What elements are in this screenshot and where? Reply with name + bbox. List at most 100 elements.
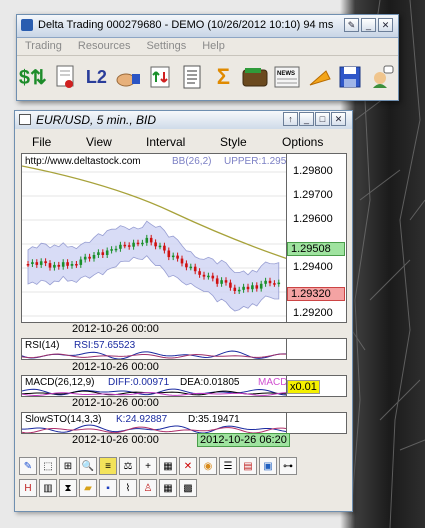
pin-icon[interactable]: ✎ bbox=[344, 18, 359, 32]
rsi-line-svg bbox=[22, 350, 286, 359]
candle-body bbox=[259, 283, 263, 289]
crosshair-box-icon[interactable]: ⊞ bbox=[59, 457, 77, 475]
grid-lines-icon[interactable]: ▦ bbox=[159, 457, 177, 475]
candle-body bbox=[193, 266, 197, 272]
candle-body bbox=[185, 263, 188, 268]
news-label: NEWS bbox=[277, 71, 295, 77]
candle-body bbox=[264, 280, 267, 284]
palette-icon[interactable]: ◉ bbox=[199, 457, 217, 475]
candle-body bbox=[57, 264, 61, 267]
candle-body bbox=[79, 259, 83, 265]
chart-title-bar[interactable]: EUR/USD, 5 min., BID ↑ _ □ ✕ bbox=[15, 111, 352, 129]
calculator-icon[interactable]: ▩ bbox=[179, 479, 197, 497]
slowsto-plot[interactable]: SlowSTO(14,3,3) K:24.92887 D:35.19471 bbox=[21, 412, 287, 434]
candle-body bbox=[180, 258, 184, 264]
candle-body bbox=[53, 264, 56, 268]
candle-body bbox=[127, 245, 131, 247]
indicator-icon[interactable]: H bbox=[19, 479, 37, 497]
candle-body bbox=[273, 283, 276, 285]
people-icon[interactable]: ♙ bbox=[139, 479, 157, 497]
document-icon[interactable] bbox=[177, 62, 207, 92]
chart-close-button[interactable]: ✕ bbox=[331, 112, 346, 126]
chart-menu-file[interactable]: File bbox=[32, 135, 51, 149]
macd-plot[interactable]: MACD(26,12,9) DIFF:0.00971 DEA:0.01805 M… bbox=[21, 375, 287, 397]
rsi-plot[interactable]: RSI(14) RSI:57.65523 bbox=[21, 338, 287, 360]
sigma-icon[interactable]: Σ bbox=[209, 62, 239, 92]
chart-menu-options[interactable]: Options bbox=[282, 135, 323, 149]
cursor-box-icon[interactable]: ⬚ bbox=[39, 457, 57, 475]
color-bars-icon[interactable]: ▤ bbox=[239, 457, 257, 475]
main-menu-bar: Trading Resources Settings Help bbox=[17, 38, 398, 55]
candle-body bbox=[251, 285, 254, 290]
save-icon[interactable] bbox=[336, 62, 366, 92]
save-icon[interactable]: ▪ bbox=[99, 479, 117, 497]
chart-picture-icon[interactable]: ▣ bbox=[259, 457, 277, 475]
candle-body bbox=[154, 242, 157, 247]
delete-line-icon[interactable]: ✕ bbox=[179, 457, 197, 475]
candle-body bbox=[83, 256, 87, 260]
bb-upper-label: UPPER:1.295: bbox=[224, 156, 287, 167]
candle-body bbox=[114, 248, 118, 251]
main-toolbar: $⇅ L2 Σ NEWS bbox=[18, 56, 397, 98]
tick-label: 1.29200 bbox=[293, 307, 333, 319]
pencil-icon[interactable]: ✎ bbox=[19, 457, 37, 475]
main-title-bar[interactable]: Delta Trading 000279680 - DEMO (10/26/20… bbox=[17, 15, 398, 38]
chart-maximize-button[interactable]: □ bbox=[315, 112, 330, 126]
chart-menu-interval[interactable]: Interval bbox=[146, 135, 185, 149]
candle-body bbox=[207, 275, 210, 278]
report-icon[interactable] bbox=[50, 62, 80, 92]
menu-settings[interactable]: Settings bbox=[138, 38, 194, 55]
wallet-icon[interactable] bbox=[240, 62, 270, 92]
table-icon[interactable]: ▥ bbox=[39, 479, 57, 497]
candle-body bbox=[246, 286, 250, 290]
folder-icon[interactable]: ▰ bbox=[79, 479, 97, 497]
menu-trading[interactable]: Trading bbox=[17, 38, 70, 55]
zoom-icon[interactable]: 🔍 bbox=[79, 457, 97, 475]
close-button[interactable]: ✕ bbox=[378, 18, 393, 32]
chart-minimize-button[interactable]: _ bbox=[299, 112, 314, 126]
flag-icon[interactable] bbox=[304, 62, 334, 92]
candle-body bbox=[101, 252, 105, 255]
price-chart-svg bbox=[22, 165, 286, 317]
candle-body bbox=[163, 245, 166, 251]
candle-body bbox=[189, 266, 193, 269]
drawing-toolbar-row2: H ▥ ⧗ ▰ ▪ ⌇ ♙ ▦ ▩ bbox=[19, 479, 349, 499]
news-icon[interactable]: NEWS bbox=[272, 62, 302, 92]
l2-book-icon[interactable]: L2 bbox=[82, 62, 112, 92]
candle-body bbox=[66, 262, 69, 266]
tick-label: 1.29400 bbox=[293, 261, 333, 273]
candle-body bbox=[145, 237, 149, 243]
candle-body bbox=[44, 261, 47, 264]
chart-menu-style[interactable]: Style bbox=[220, 135, 247, 149]
chart-menu-view[interactable]: View bbox=[86, 135, 112, 149]
bars-yellow-icon[interactable]: ≡ bbox=[99, 457, 117, 475]
plus-icon[interactable]: + bbox=[139, 457, 157, 475]
arrows-chart-icon[interactable] bbox=[145, 62, 175, 92]
tick-label: 1.29600 bbox=[293, 213, 333, 225]
window-title: Delta Trading 000279680 - DEMO (10/26/20… bbox=[38, 19, 334, 31]
dollar-swap-icon[interactable]: $⇅ bbox=[18, 62, 48, 92]
hand-order-icon[interactable] bbox=[113, 62, 143, 92]
price-plot[interactable]: http://www.deltastock.com BB(26,2) UPPER… bbox=[21, 153, 287, 323]
macd-dea: DEA:0.01805 bbox=[180, 377, 240, 388]
chart-window-icon bbox=[19, 114, 31, 125]
cursor-price-badge: 1.29320 bbox=[287, 287, 345, 301]
calendar-icon[interactable]: ▦ bbox=[159, 479, 177, 497]
scale-icon[interactable]: ⚖ bbox=[119, 457, 137, 475]
bb-label: BB(26,2) bbox=[172, 156, 212, 167]
chart-window: EUR/USD, 5 min., BID ↑ _ □ ✕ File View I… bbox=[14, 110, 353, 512]
line-chart-icon[interactable]: ⌇ bbox=[119, 479, 137, 497]
price-axis[interactable]: 1.29800 1.29700 1.29600 1.29400 1.29200 … bbox=[287, 153, 347, 323]
list-icon[interactable]: ☰ bbox=[219, 457, 237, 475]
chart-pin-button[interactable]: ↑ bbox=[283, 112, 298, 126]
candle-body bbox=[26, 264, 30, 266]
menu-help[interactable]: Help bbox=[194, 38, 233, 55]
slowsto-k: K:24.92887 bbox=[116, 414, 168, 425]
hourglass-icon[interactable]: ⧗ bbox=[59, 479, 77, 497]
macd-value-label: MACD: bbox=[258, 377, 287, 388]
tree-icon[interactable]: ⊶ bbox=[279, 457, 297, 475]
candle-body bbox=[237, 289, 241, 292]
minimize-button[interactable]: _ bbox=[361, 18, 376, 32]
menu-resources[interactable]: Resources bbox=[70, 38, 139, 55]
user-chat-icon[interactable] bbox=[367, 62, 397, 92]
